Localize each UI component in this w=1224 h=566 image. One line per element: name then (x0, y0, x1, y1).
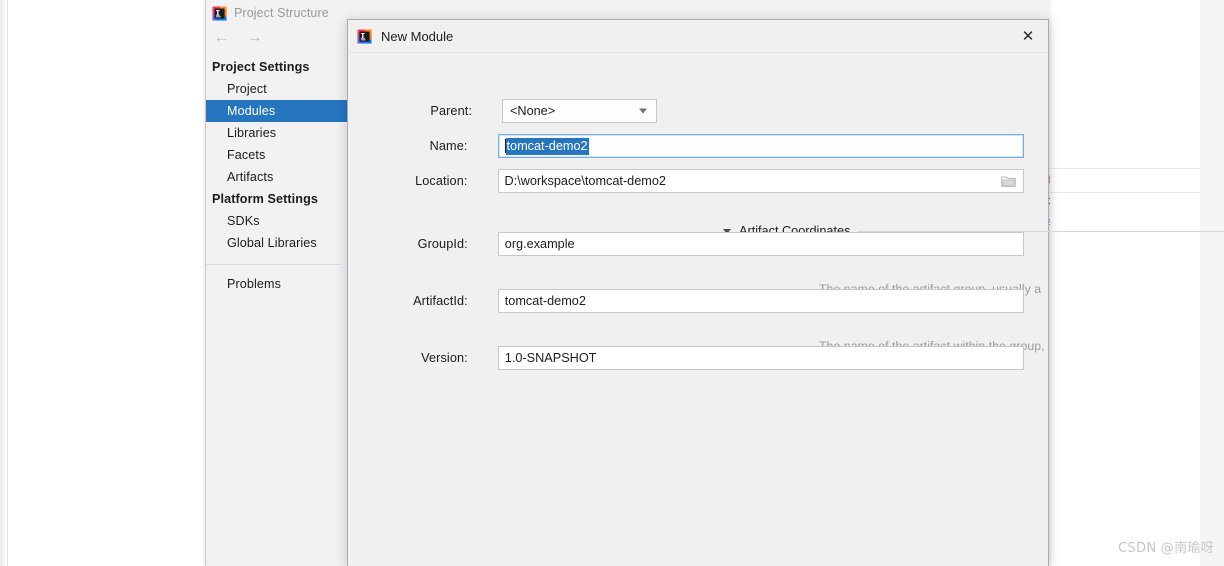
watermark: CSDN @南瑜呀 (1118, 541, 1214, 556)
sidebar-item-project[interactable]: Project (206, 78, 347, 100)
sidebar-item-modules[interactable]: Modules (206, 100, 347, 122)
desktop-right-edge (1200, 0, 1224, 566)
group-id-value: org.example (504, 237, 575, 251)
version-row: Version: 1.0-SNAPSHOT (376, 346, 1024, 370)
name-label: Name: (429, 139, 468, 153)
chevron-down-icon (639, 108, 647, 114)
parent-combobox-value: <None> (510, 104, 556, 118)
intellij-idea-icon (212, 5, 227, 21)
parent-label: Parent: (430, 104, 472, 118)
artifact-id-value: tomcat-demo2 (504, 294, 586, 308)
sidebar-item-artifacts[interactable]: Artifacts (206, 166, 347, 188)
version-input[interactable]: 1.0-SNAPSHOT (497, 346, 1024, 370)
sidebar-item-libraries[interactable]: Libraries (206, 122, 347, 144)
name-input[interactable]: tomcat-demo2 (497, 134, 1024, 158)
folder-icon[interactable] (1001, 175, 1016, 187)
name-row: Name: tomcat-demo2 (376, 134, 1024, 158)
group-id-row: GroupId: org.example (376, 232, 1024, 256)
project-structure-title: Project Structure (234, 6, 329, 20)
location-input[interactable]: D:\workspace\tomcat-demo2 (497, 169, 1024, 193)
dialog-titlebar: New Module ✕ (348, 20, 1048, 53)
parent-row: Parent: <None> (376, 99, 676, 123)
sidebar-group-project-settings: Project Settings (212, 60, 310, 74)
navigation-controls: ← → (213, 30, 263, 46)
arrow-left-icon[interactable]: ← (213, 30, 230, 46)
editor-background-panel (1048, 0, 1200, 566)
arrow-right-icon[interactable]: → (246, 30, 263, 46)
intellij-idea-icon (357, 28, 372, 44)
new-module-dialog: New Module ✕ Parent: <None> Name: tomcat… (347, 19, 1224, 566)
sidebar-divider (206, 264, 341, 265)
group-id-label: GroupId: (417, 237, 468, 251)
location-input-value: D:\workspace\tomcat-demo2 (504, 174, 666, 188)
desktop-left-edge (0, 0, 8, 566)
project-structure-sidebar: Project Settings Project Modules Librari… (206, 56, 348, 566)
name-input-value: tomcat-demo2 (505, 137, 589, 155)
sidebar-item-sdks[interactable]: SDKs (206, 210, 347, 232)
close-icon[interactable]: ✕ (1016, 26, 1040, 47)
artifact-id-input[interactable]: tomcat-demo2 (497, 289, 1024, 313)
location-row: Location: D:\workspace\tomcat-demo2 (376, 169, 1024, 193)
sidebar-group-platform-settings: Platform Settings (212, 192, 318, 206)
screen-root: H 1t -c rs a d o d Project Str (0, 0, 1224, 566)
dialog-body: Parent: <None> Name: tomcat-demo2 Locati… (348, 53, 1224, 566)
parent-combobox[interactable]: <None> (502, 99, 657, 123)
artifact-id-label: ArtifactId: (413, 294, 468, 308)
sidebar-item-problems[interactable]: Problems (206, 273, 347, 295)
version-label: Version: (421, 351, 468, 365)
group-id-input[interactable]: org.example (497, 232, 1024, 256)
sidebar-item-facets[interactable]: Facets (206, 144, 347, 166)
dialog-title: New Module (381, 28, 454, 44)
sidebar-item-global-libraries[interactable]: Global Libraries (206, 232, 347, 254)
version-value: 1.0-SNAPSHOT (504, 351, 597, 365)
location-label: Location: (415, 174, 468, 188)
artifact-id-row: ArtifactId: tomcat-demo2 (376, 289, 1024, 313)
